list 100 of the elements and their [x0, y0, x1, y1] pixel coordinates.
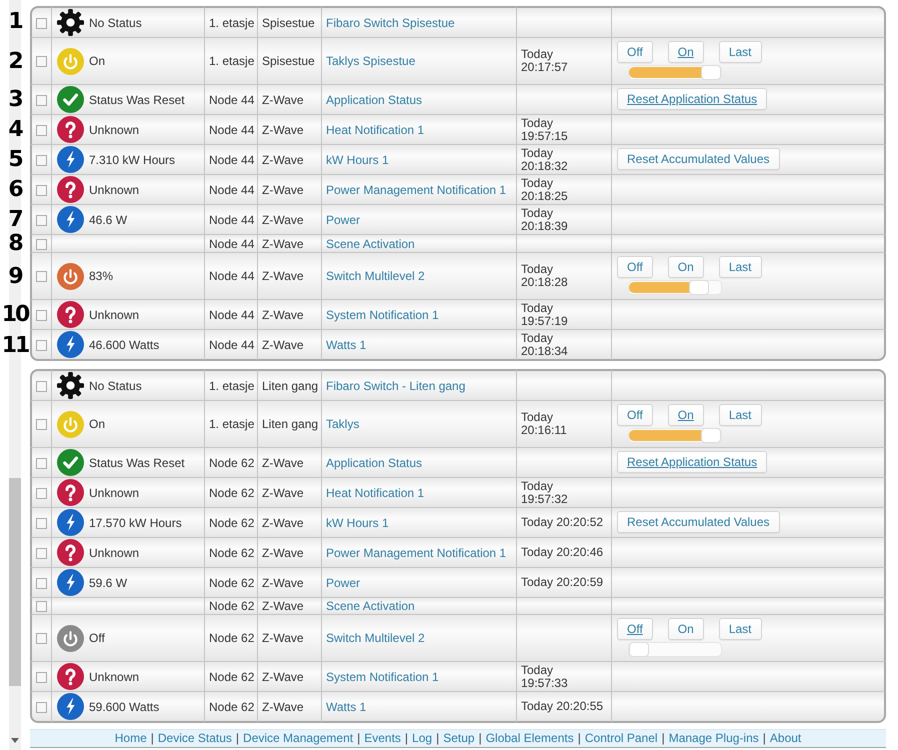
checkbox[interactable]	[36, 214, 47, 226]
table-cell: Z-Wave	[258, 692, 322, 723]
slider-thumb[interactable]	[629, 642, 649, 657]
value-button[interactable]: Reset Accumulated Values	[617, 148, 780, 170]
value-button[interactable]: Last	[718, 256, 762, 278]
slider-track[interactable]	[628, 280, 722, 295]
footer-link[interactable]: Device Management	[243, 731, 354, 745]
table-cell: Today 20:18:25	[517, 175, 612, 205]
table-cell: Node 62	[205, 478, 258, 508]
device-link[interactable]: Fibaro Switch Spisestue	[326, 16, 455, 30]
device-link[interactable]: Application Status	[326, 92, 422, 106]
checkbox[interactable]	[36, 154, 47, 166]
checkbox[interactable]	[36, 18, 47, 29]
link-separator: |	[478, 731, 482, 745]
device-link[interactable]: Heat Notification 1	[326, 122, 424, 136]
device-link[interactable]: Switch Multilevel 2	[326, 631, 425, 645]
table-cell: Z-Wave	[258, 538, 322, 568]
checkbox[interactable]	[36, 518, 47, 529]
device-link[interactable]: Watts 1	[326, 338, 366, 352]
footer-link[interactable]: Global Elements	[486, 731, 574, 745]
checkbox[interactable]	[36, 310, 47, 321]
table-cell: Node 44	[205, 175, 258, 205]
device-link[interactable]: kW Hours 1	[326, 152, 389, 166]
value-button[interactable]: Reset Application Status	[617, 88, 768, 110]
slider-thumb[interactable]	[701, 65, 721, 80]
value-button[interactable]: Last	[718, 618, 762, 640]
checkbox[interactable]	[36, 488, 47, 499]
device-link[interactable]: Heat Notification 1	[326, 486, 424, 500]
scrollbar-thumb[interactable]	[9, 478, 21, 686]
checkbox[interactable]	[36, 380, 47, 392]
footer-link[interactable]: Device Status	[158, 731, 232, 745]
checkbox[interactable]	[36, 238, 47, 250]
handwritten-number: 7	[8, 211, 22, 228]
value-button[interactable]: On	[668, 404, 704, 426]
table-cell: Z-Wave	[258, 235, 322, 253]
checkbox[interactable]	[36, 633, 47, 644]
table-cell: Today 19:57:15	[517, 115, 612, 145]
value-button[interactable]: On	[668, 256, 704, 278]
device-link[interactable]: Power Management Notification 1	[326, 546, 506, 560]
handwritten-number: 11	[2, 336, 28, 354]
device-link[interactable]: Taklys	[326, 417, 360, 431]
table-cell: Node 62	[205, 508, 258, 538]
status-text: Unknown	[89, 182, 140, 196]
value-button[interactable]: Off	[617, 618, 653, 640]
device-link[interactable]: Power	[326, 212, 360, 226]
checkbox[interactable]	[36, 124, 47, 136]
checkbox[interactable]	[36, 271, 47, 282]
checkbox[interactable]	[36, 458, 47, 469]
checkbox[interactable]	[36, 56, 47, 68]
value-button[interactable]: On	[668, 618, 704, 640]
slider-track[interactable]	[628, 642, 722, 657]
table-cell: Z-Wave	[258, 615, 322, 662]
device-link[interactable]: Power	[326, 576, 360, 590]
caret-down-icon[interactable]	[11, 738, 19, 743]
table-cell: Node 44	[205, 300, 258, 330]
device-link[interactable]: System Notification 1	[326, 670, 439, 684]
table-cell: Today 20:20:46	[517, 538, 612, 568]
value-button[interactable]: Reset Accumulated Values	[617, 511, 780, 533]
value-button[interactable]: On	[668, 41, 704, 63]
footer-link[interactable]: Log	[412, 731, 432, 745]
checkbox[interactable]	[36, 340, 47, 351]
device-link[interactable]: Watts 1	[326, 700, 366, 714]
value-button[interactable]: Off	[617, 404, 653, 426]
value-button[interactable]: Off	[617, 41, 653, 63]
device-link[interactable]: Fibaro Switch - Liten gang	[326, 378, 466, 392]
footer-link[interactable]: Events	[364, 731, 401, 745]
checkbox[interactable]	[36, 419, 47, 430]
value-button[interactable]: Last	[718, 41, 762, 63]
table-cell: Node 44	[205, 330, 258, 361]
footer-link[interactable]: About	[770, 731, 802, 745]
device-link[interactable]: Power Management Notification 1	[326, 182, 506, 196]
handwritten-number: 6	[8, 181, 22, 198]
footer-link[interactable]: Control Panel	[584, 731, 658, 745]
slider-thumb[interactable]	[688, 280, 709, 295]
device-link[interactable]: Switch Multilevel 2	[326, 269, 425, 283]
footer-link[interactable]: Setup	[443, 731, 475, 745]
slider-thumb[interactable]	[701, 428, 721, 443]
device-link[interactable]: Application Status	[326, 456, 422, 470]
table-cell: Node 62	[205, 692, 258, 723]
checkbox[interactable]	[36, 94, 47, 106]
checkbox[interactable]	[36, 548, 47, 559]
checkbox[interactable]	[36, 578, 47, 589]
device-link[interactable]: Taklys Spisestue	[326, 54, 416, 68]
device-link[interactable]: System Notification 1	[326, 308, 439, 322]
checkbox[interactable]	[36, 702, 47, 713]
value-button[interactable]: Reset Application Status	[617, 451, 768, 473]
device-link[interactable]: kW Hours 1	[326, 516, 389, 530]
checkbox[interactable]	[36, 184, 47, 196]
value-button[interactable]: Last	[718, 404, 762, 426]
table-cell: Z-Wave	[258, 598, 322, 615]
device-link[interactable]: Scene Activation	[326, 236, 415, 250]
table-cell: Z-Wave	[258, 508, 322, 538]
link-separator: |	[404, 731, 408, 745]
footer-link[interactable]: Home	[114, 731, 147, 745]
checkbox[interactable]	[36, 601, 47, 612]
value-button[interactable]: Off	[617, 256, 653, 278]
table-cell: Z-Wave	[258, 85, 322, 115]
footer-link[interactable]: Manage Plug-ins	[668, 731, 759, 745]
device-link[interactable]: Scene Activation	[326, 599, 415, 613]
checkbox[interactable]	[36, 672, 47, 683]
